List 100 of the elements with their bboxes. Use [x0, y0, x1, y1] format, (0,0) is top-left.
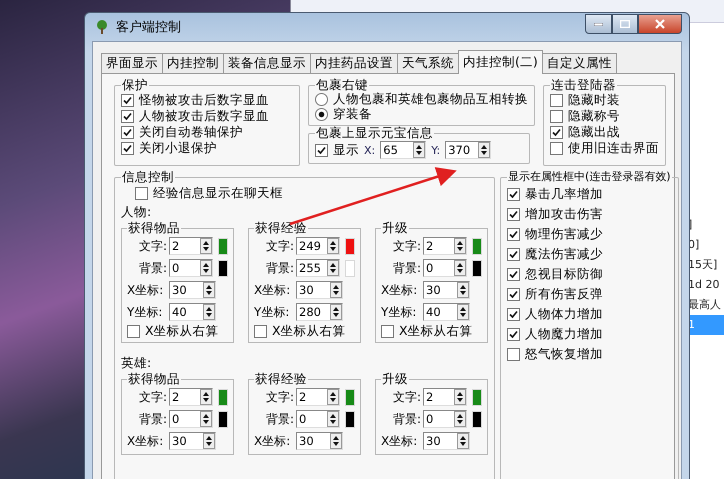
number-field[interactable]: 2 — [169, 388, 213, 406]
checkbox[interactable] — [550, 142, 563, 154]
color-swatch[interactable] — [472, 410, 482, 428]
spin-arrows-icon[interactable] — [200, 238, 212, 254]
checkbox[interactable] — [507, 268, 520, 280]
spin-arrows-icon[interactable] — [330, 304, 342, 320]
spin-arrows-icon[interactable] — [203, 433, 215, 449]
checkbox[interactable] — [507, 248, 520, 260]
number-field[interactable]: 0 — [423, 259, 467, 277]
radio-button[interactable] — [315, 93, 328, 106]
number-field[interactable]: 0 — [296, 410, 340, 428]
tab[interactable]: 内挂控制(二) — [458, 50, 543, 74]
spin-arrows-icon[interactable] — [457, 433, 469, 449]
number-field[interactable]: 40 — [169, 303, 216, 321]
color-swatch[interactable] — [345, 388, 355, 406]
number-field[interactable]: 2 — [423, 388, 467, 406]
tab[interactable]: 装备信息显示 — [223, 53, 311, 74]
checkbox[interactable] — [507, 188, 520, 200]
tab[interactable]: 界面显示 — [101, 53, 163, 74]
number-field[interactable]: 30 — [296, 432, 343, 450]
spin-arrows-icon[interactable] — [454, 411, 466, 427]
checkbox[interactable] — [381, 325, 394, 338]
close-button[interactable] — [638, 14, 682, 34]
field-label: X坐标: — [254, 432, 292, 450]
checkbox[interactable] — [121, 126, 134, 138]
checkbox[interactable] — [550, 126, 563, 138]
spin-arrows-icon[interactable] — [330, 282, 342, 298]
minimize-button[interactable] — [585, 14, 612, 34]
checkbox-label: X坐标从右算 — [145, 323, 219, 340]
checkbox[interactable] — [507, 288, 520, 300]
spin-arrows-icon[interactable] — [200, 389, 212, 405]
color-swatch[interactable] — [218, 238, 228, 254]
number-field[interactable]: 255 — [296, 259, 340, 277]
spin-arrows-icon[interactable] — [327, 238, 339, 254]
color-swatch[interactable] — [218, 388, 228, 406]
field-label: 文字: — [138, 238, 167, 254]
number-field[interactable]: 30 — [423, 432, 470, 450]
color-swatch[interactable] — [218, 410, 228, 428]
checkbox[interactable] — [507, 308, 520, 320]
number-field[interactable]: 0 — [169, 410, 213, 428]
spin-arrows-icon[interactable] — [203, 304, 215, 320]
group-title: 显示在属性框中(连击登录器有效) — [507, 170, 672, 184]
color-swatch[interactable] — [472, 238, 482, 254]
number-field[interactable]: 2 — [423, 237, 467, 255]
spin-arrows-icon[interactable] — [327, 389, 339, 405]
tab[interactable]: 天气系统 — [397, 53, 459, 74]
checkbox[interactable] — [121, 110, 134, 122]
checkbox[interactable] — [550, 110, 563, 122]
spin-arrows-icon[interactable] — [200, 260, 212, 276]
number-field[interactable]: 0 — [423, 410, 467, 428]
color-swatch[interactable] — [472, 260, 482, 276]
checkbox[interactable] — [507, 328, 520, 340]
checkbox-label: X坐标从右算 — [272, 323, 346, 340]
list-row[interactable]: 15天] — [688, 255, 724, 275]
number-field[interactable]: 30 — [169, 281, 216, 299]
number-field[interactable]: 370 — [445, 141, 492, 159]
spin-arrows-icon[interactable] — [330, 433, 342, 449]
list-row[interactable]: 1d 20 — [688, 275, 724, 295]
checkbox[interactable] — [507, 208, 520, 220]
spin-arrows-icon[interactable] — [454, 238, 466, 254]
color-swatch[interactable] — [218, 260, 228, 276]
number-field[interactable]: 2 — [169, 237, 213, 255]
spin-arrows-icon[interactable] — [457, 282, 469, 298]
number-field[interactable]: 30 — [169, 432, 216, 450]
spin-arrows-icon[interactable] — [413, 142, 426, 158]
number-field[interactable]: 0 — [169, 259, 213, 277]
spin-arrows-icon[interactable] — [454, 260, 466, 276]
checkbox[interactable] — [254, 325, 267, 338]
spin-arrows-icon[interactable] — [478, 142, 490, 158]
tab[interactable]: 内挂控制 — [162, 53, 224, 74]
spin-arrows-icon[interactable] — [454, 389, 466, 405]
color-swatch[interactable] — [472, 388, 482, 406]
checkbox[interactable] — [315, 144, 328, 156]
number-field[interactable]: 30 — [296, 281, 343, 299]
color-swatch[interactable] — [345, 238, 355, 254]
color-swatch[interactable] — [345, 260, 355, 276]
checkbox[interactable] — [550, 94, 563, 106]
radio-button[interactable] — [315, 108, 328, 121]
number-field[interactable]: 65 — [380, 141, 426, 159]
tab[interactable]: 自定义属性 — [542, 53, 617, 74]
number-field[interactable]: 280 — [296, 303, 343, 321]
number-field[interactable]: 40 — [423, 303, 470, 321]
spin-arrows-icon[interactable] — [327, 411, 339, 427]
number-field[interactable]: 30 — [423, 281, 470, 299]
checkbox[interactable] — [135, 186, 148, 200]
number-field[interactable]: 249 — [296, 237, 340, 255]
maximize-button[interactable] — [612, 14, 638, 34]
spin-arrows-icon[interactable] — [327, 260, 339, 276]
checkbox[interactable] — [127, 325, 140, 338]
checkbox[interactable] — [121, 94, 134, 106]
checkbox[interactable] — [507, 228, 520, 240]
checkbox[interactable] — [507, 348, 520, 360]
spin-arrows-icon[interactable] — [203, 282, 215, 298]
tab[interactable]: 内挂药品设置 — [310, 53, 398, 74]
spin-arrows-icon[interactable] — [457, 304, 469, 320]
spin-arrows-icon[interactable] — [200, 411, 212, 427]
color-swatch[interactable] — [345, 410, 355, 428]
number-field[interactable]: 2 — [296, 388, 340, 406]
close-icon — [655, 19, 665, 29]
checkbox[interactable] — [121, 142, 134, 154]
